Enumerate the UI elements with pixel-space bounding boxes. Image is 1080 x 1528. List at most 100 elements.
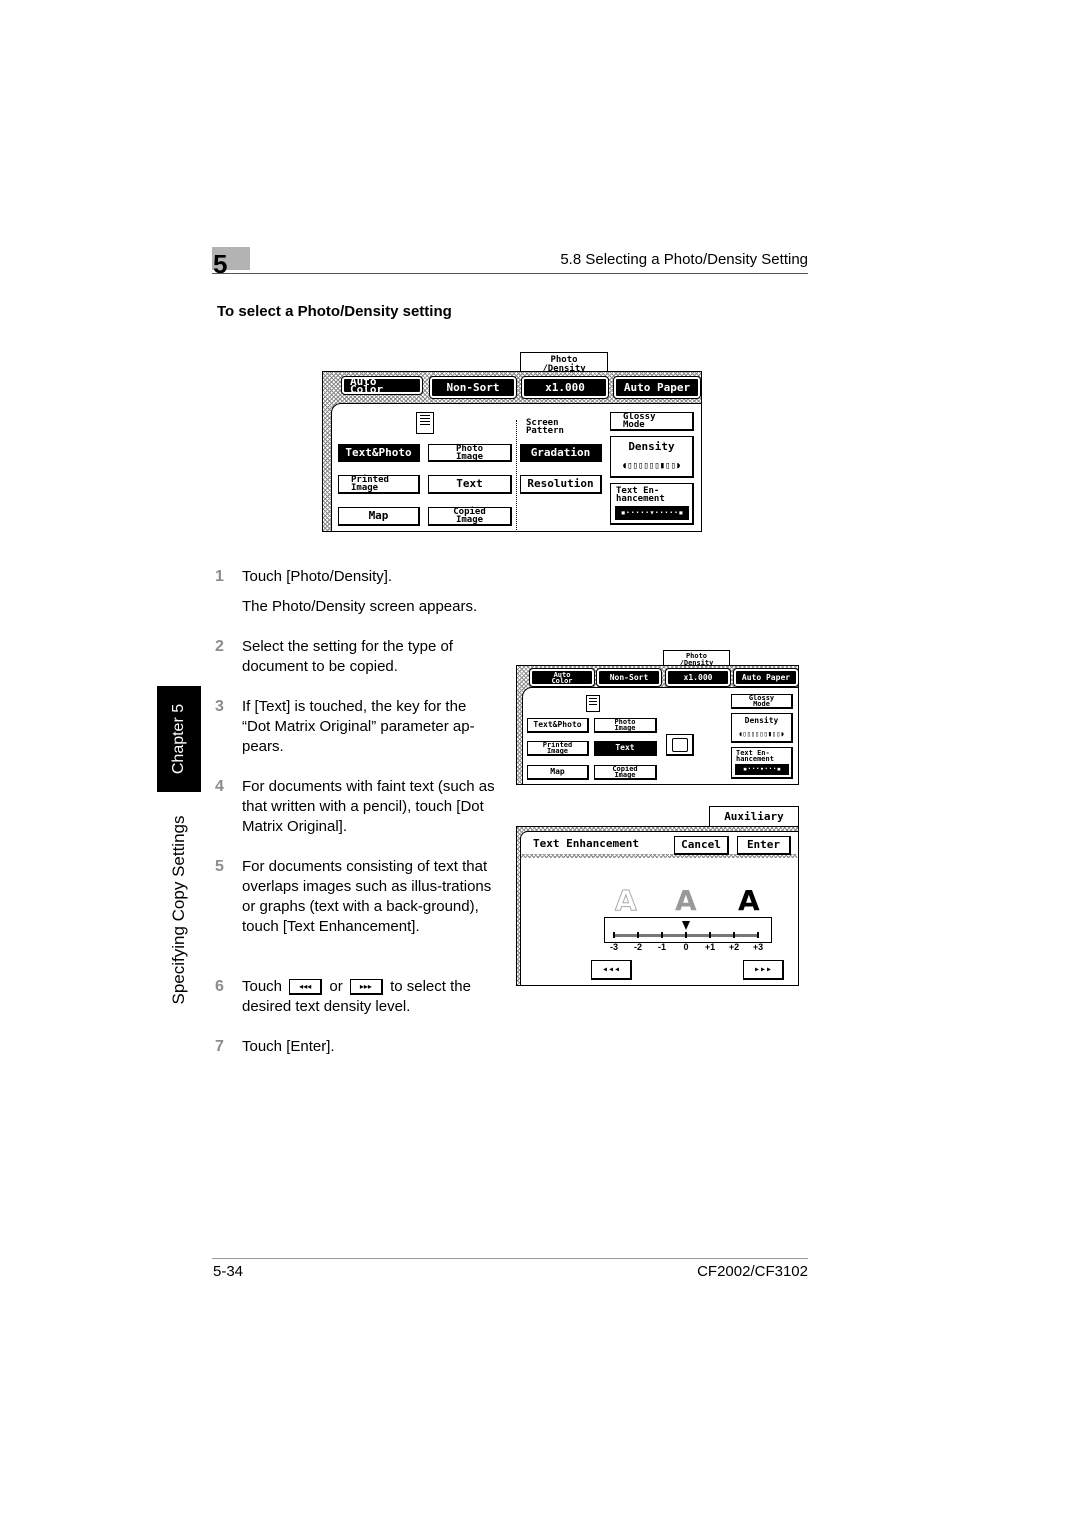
label: Image — [614, 771, 636, 779]
text-photo-original-icon — [416, 412, 434, 434]
density-level-indicator: ◖▯▯▯▯▯▯▮▯▯◗ — [738, 730, 785, 739]
step-number: 4 — [215, 778, 224, 795]
label: Mode — [753, 700, 770, 708]
label: Image — [455, 515, 484, 525]
label: Non-Sort — [609, 672, 649, 682]
scale-tick — [733, 932, 735, 938]
triple-left-arrow-icon: ◂◂◂ — [601, 963, 621, 975]
chapter-side-tab: Chapter 5 — [157, 686, 201, 792]
current-level-pointer — [682, 921, 690, 930]
density-key[interactable]: Density ◖▯▯▯▯▯▯▮▯▯◗ — [610, 436, 694, 478]
photo-density-screen-text-selected: Photo /Density Auto Color Non-Sort x1.000… — [516, 650, 799, 785]
density-key[interactable]: Density ◖▯▯▯▯▯▯▮▯▯◗ — [731, 713, 793, 743]
text-photo-key[interactable]: Text&Photo — [338, 444, 420, 462]
label: Text&Photo — [533, 720, 582, 729]
section-heading: To select a Photo/Density setting — [217, 303, 452, 320]
increase-level-button[interactable]: ▸▸▸ — [743, 960, 784, 980]
label: Image — [614, 724, 636, 732]
non-sort-button[interactable]: Non-Sort — [596, 668, 662, 687]
text-photo-key[interactable]: Text&Photo — [527, 718, 589, 733]
auto-paper-button[interactable]: Auto Paper — [613, 376, 701, 399]
label: Touch — [242, 978, 283, 995]
map-key[interactable]: Map — [338, 507, 420, 526]
text-enhancement-level-indicator: ▪···▾···▪ — [735, 764, 789, 775]
photo-image-key[interactable]: Photo Image — [428, 444, 512, 462]
chapter-side-title: Specifying Copy Settings — [157, 800, 201, 1020]
scale-label: +1 — [704, 942, 716, 952]
label: hancement — [616, 494, 665, 504]
step-number: 5 — [215, 858, 224, 875]
step-number: 7 — [215, 1038, 224, 1055]
text-original-icon — [586, 695, 600, 712]
label: Mode — [623, 420, 645, 430]
copied-image-key[interactable]: Copied Image — [594, 765, 657, 780]
step-text: Touch [Photo/Density]. — [242, 568, 393, 585]
label: Resolution — [527, 477, 594, 490]
step-text: The Photo/Density screen appears. — [242, 598, 478, 615]
dot-matrix-original-key[interactable] — [666, 734, 694, 756]
text-enhancement-level-indicator: ▪·····▾·····▪ — [615, 506, 689, 520]
text-enhancement-key[interactable]: Text En- hancement ▪···▾···▪ — [731, 747, 793, 779]
step-number: 6 — [215, 978, 224, 995]
label: Non-Sort — [446, 380, 500, 394]
text-enhancement-key[interactable]: Text En- hancement ▪·····▾·····▪ — [610, 483, 694, 525]
label: Image — [455, 451, 484, 462]
copied-image-key[interactable]: Copied Image — [428, 507, 512, 526]
running-header-title: 5.8 Selecting a Photo/Density Setting — [560, 251, 808, 268]
step-number: 1 — [215, 568, 224, 585]
scale-label: +2 — [728, 942, 740, 952]
auto-paper-button[interactable]: Auto Paper — [733, 668, 799, 687]
label: Pattern — [526, 426, 564, 436]
label: Text — [615, 743, 635, 752]
step-text: Touch ◂◂◂ or ▸▸▸ to select the desired t… — [242, 977, 507, 1017]
zoom-ratio-button[interactable]: x1.000 — [521, 376, 609, 399]
decrease-level-button[interactable]: ◂◂◂ — [591, 960, 632, 980]
text-key[interactable]: Text — [594, 741, 657, 756]
label: Color — [350, 382, 384, 396]
screen-pattern-label: Screen Pattern — [526, 419, 564, 436]
label: Color — [551, 676, 573, 685]
photo-density-screen: Photo /Density Auto Color Non-Sort x1.00… — [322, 352, 702, 532]
label: hancement — [736, 755, 774, 763]
header-rule — [212, 273, 808, 274]
dot-matrix-printer-icon — [671, 737, 688, 752]
model-name: CF2002/CF3102 — [697, 1263, 808, 1280]
glossy-mode-key[interactable]: Glossy Mode — [731, 694, 793, 709]
label: Map — [550, 767, 565, 776]
footer-rule — [212, 1258, 808, 1259]
scale-label: -2 — [633, 942, 642, 952]
auto-color-button[interactable]: Auto Color — [341, 376, 423, 396]
text-enhancement-screen: Auxiliary Text Enhancement Cancel Enter … — [516, 806, 799, 986]
scale-tick — [757, 932, 759, 938]
scale-tick — [661, 932, 663, 938]
label: Gradation — [530, 445, 591, 459]
label: Text&Photo — [345, 445, 412, 459]
step-text: For documents with faint text (such as t… — [242, 778, 495, 835]
increase-level-icon: ▸▸▸ — [349, 979, 383, 996]
scale-tick — [637, 932, 639, 938]
step-text: Touch [Enter]. — [242, 1038, 335, 1055]
step-number: 3 — [215, 698, 224, 715]
label: Density — [628, 439, 675, 453]
density-level-indicator: ◖▯▯▯▯▯▯▮▯▯◗ — [621, 461, 682, 472]
auto-color-button[interactable]: Auto Color — [529, 668, 595, 687]
printed-image-key[interactable]: Printed Image — [527, 741, 589, 756]
printed-image-key[interactable]: Printed Image — [338, 475, 420, 494]
photo-image-key[interactable]: Photo Image — [594, 718, 657, 733]
label: x1.000 — [545, 380, 585, 394]
label: or — [329, 978, 343, 995]
glossy-mode-key[interactable]: Glossy Mode — [610, 412, 694, 431]
text-key[interactable]: Text — [428, 475, 512, 494]
zoom-ratio-button[interactable]: x1.000 — [665, 668, 731, 687]
map-key[interactable]: Map — [527, 765, 589, 780]
decrease-level-icon: ◂◂◂ — [289, 979, 323, 996]
gradation-key[interactable]: Gradation — [520, 444, 602, 462]
resolution-key[interactable]: Resolution — [520, 475, 602, 494]
label: Image — [351, 483, 379, 493]
label: Specifying Copy Settings — [169, 815, 188, 1005]
non-sort-button[interactable]: Non-Sort — [429, 376, 517, 399]
step-text: Select the setting for the type of docum… — [242, 638, 453, 675]
triple-right-arrow-icon: ▸▸▸ — [753, 963, 773, 975]
page-number: 5-34 — [213, 1263, 244, 1280]
label: Chapter 5 — [170, 703, 187, 775]
